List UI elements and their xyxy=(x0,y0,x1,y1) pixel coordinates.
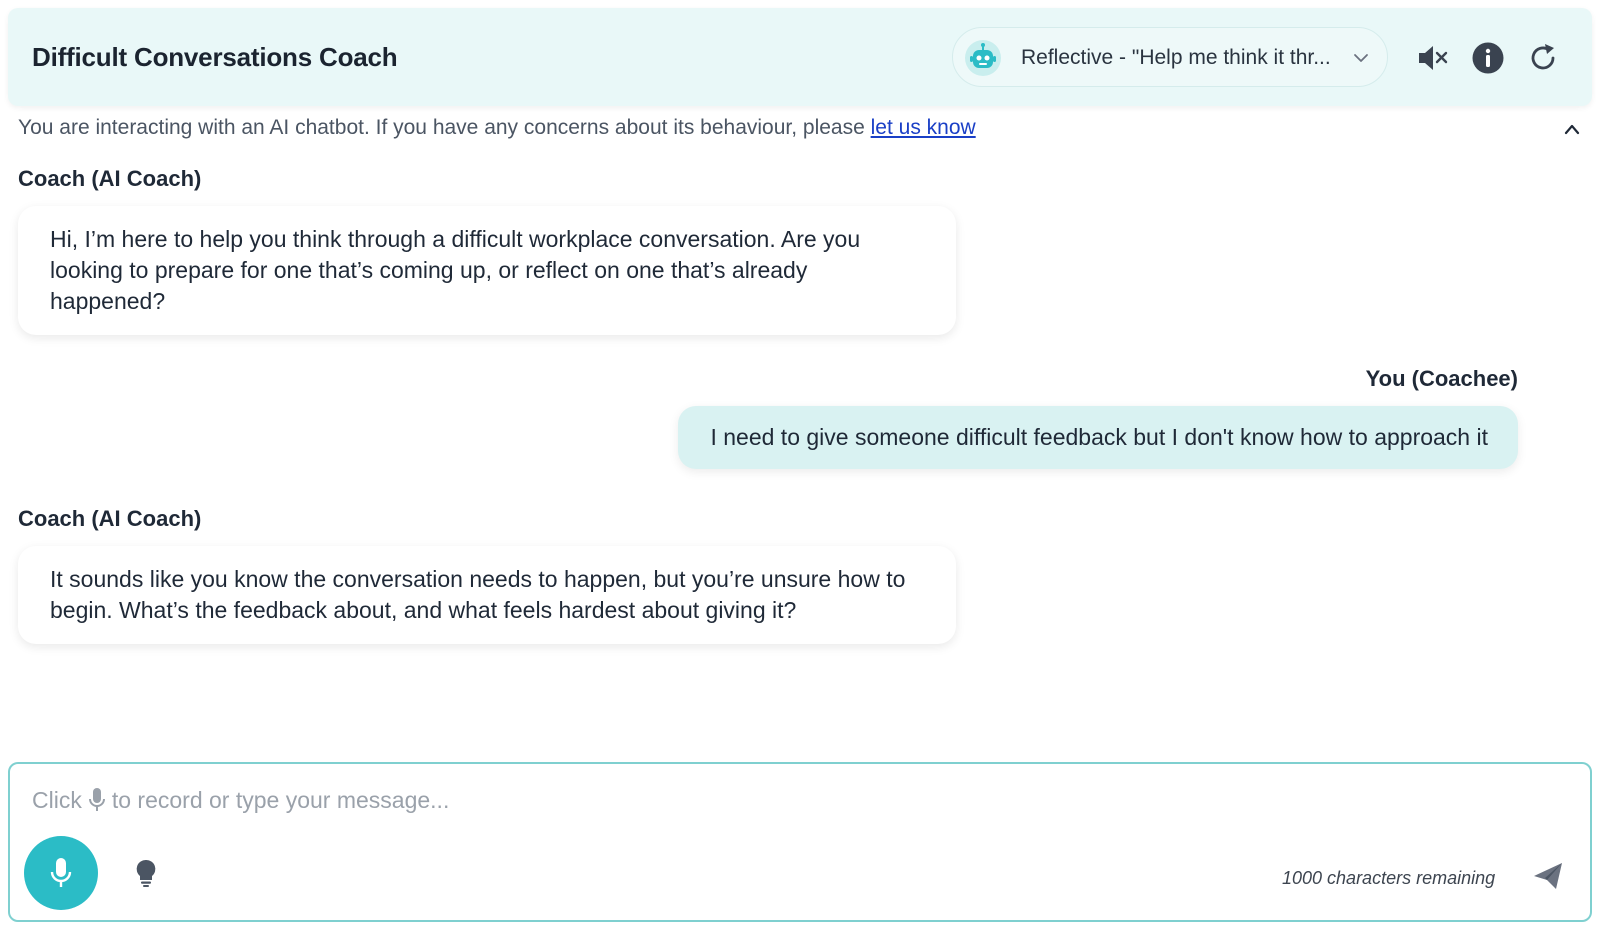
user-message: I need to give someone difficult feedbac… xyxy=(678,406,1518,469)
mute-icon[interactable] xyxy=(1416,41,1450,75)
ai-notice-text: You are interacting with an AI chatbot. … xyxy=(18,116,871,139)
character-counter: 1000 characters remaining xyxy=(1282,868,1496,888)
chevron-up-icon[interactable] xyxy=(1562,120,1582,138)
coach-message: It sounds like you know the conversation… xyxy=(18,546,956,644)
info-icon[interactable] xyxy=(1471,41,1505,75)
let-us-know-link[interactable]: let us know xyxy=(871,116,976,139)
coach-mode-label: Reflective - "Help me think it thr... xyxy=(1021,46,1331,69)
app-title: Difficult Conversations Coach xyxy=(32,42,398,72)
microphone-icon xyxy=(50,858,72,887)
microphone-icon xyxy=(88,788,105,811)
send-icon[interactable] xyxy=(1532,860,1564,892)
placeholder-prefix: Click xyxy=(32,786,82,813)
lightbulb-icon[interactable] xyxy=(134,858,158,888)
refresh-icon[interactable] xyxy=(1526,41,1560,75)
robot-icon xyxy=(965,40,1001,76)
coach-mode-select[interactable]: Reflective - "Help me think it thr... xyxy=(952,27,1388,87)
record-button[interactable] xyxy=(24,836,98,910)
coach-message: Hi, I’m here to help you think through a… xyxy=(18,206,956,335)
ai-notice: You are interacting with an AI chatbot. … xyxy=(18,116,976,140)
placeholder-suffix: to record or type your message... xyxy=(111,786,450,813)
message-sender: Coach (AI Coach) xyxy=(18,506,202,531)
message-input[interactable]: Click to record or type your message... xyxy=(32,782,1332,818)
message-composer[interactable]: Click to record or type your message... … xyxy=(8,762,1592,922)
chevron-down-icon xyxy=(1354,54,1368,62)
header-bar: Difficult Conversations Coach Reflective… xyxy=(8,8,1592,106)
message-sender: You (Coachee) xyxy=(1365,366,1518,391)
message-sender: Coach (AI Coach) xyxy=(18,166,202,191)
